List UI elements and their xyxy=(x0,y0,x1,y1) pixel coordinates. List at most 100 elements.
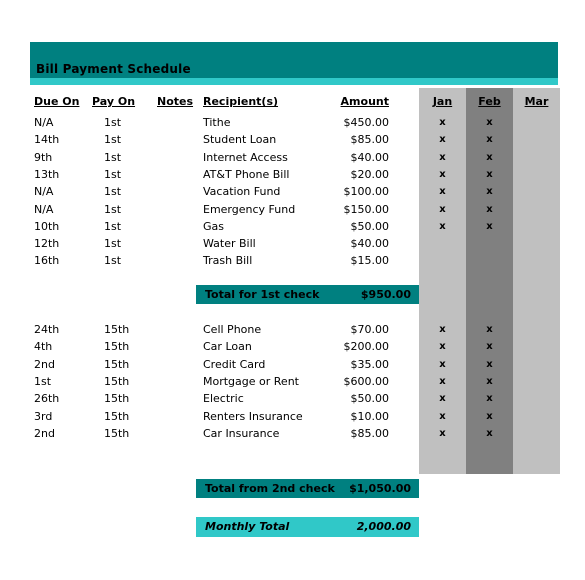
bill-paid-jan-cell[interactable]: x xyxy=(419,166,466,183)
bill-paid-jan-cell[interactable]: x xyxy=(419,425,466,442)
bill-due-on-cell[interactable]: N/A xyxy=(34,114,53,131)
bill-paid-jan-cell[interactable]: x xyxy=(419,114,466,131)
table-row[interactable]: 26th 15th Electric $50.00 x x xyxy=(0,390,585,407)
bill-paid-feb-cell[interactable]: x xyxy=(466,321,513,338)
bill-amount-cell[interactable]: $450.00 xyxy=(325,114,390,131)
bill-paid-feb-cell[interactable]: x xyxy=(466,218,513,235)
bill-amount-cell[interactable]: $50.00 xyxy=(325,218,390,235)
bill-paid-feb-cell[interactable]: x xyxy=(466,356,513,373)
bill-pay-on-cell[interactable]: 1st xyxy=(104,201,134,218)
bill-amount-cell[interactable]: $40.00 xyxy=(325,149,390,166)
bill-recipient-cell[interactable]: Gas xyxy=(203,218,224,235)
bill-due-on-cell[interactable]: N/A xyxy=(34,183,53,200)
bill-paid-jan-cell[interactable]: x xyxy=(419,356,466,373)
bill-paid-jan-cell[interactable]: x xyxy=(419,149,466,166)
bill-due-on-cell[interactable]: 24th xyxy=(34,321,59,338)
bill-amount-cell[interactable]: $15.00 xyxy=(325,252,390,269)
bill-paid-feb-cell[interactable]: x xyxy=(466,149,513,166)
bill-pay-on-cell[interactable]: 15th xyxy=(104,338,134,355)
bill-paid-jan-cell[interactable]: x xyxy=(419,338,466,355)
bill-recipient-cell[interactable]: AT&T Phone Bill xyxy=(203,166,289,183)
bill-paid-feb-cell[interactable]: x xyxy=(466,390,513,407)
bill-pay-on-cell[interactable]: 1st xyxy=(104,114,134,131)
bill-recipient-cell[interactable]: Electric xyxy=(203,390,244,407)
bill-amount-cell[interactable]: $20.00 xyxy=(325,166,390,183)
table-row[interactable]: N/A 1st Vacation Fund $100.00 x x xyxy=(0,183,585,200)
bill-amount-cell[interactable]: $85.00 xyxy=(325,131,390,148)
bill-pay-on-cell[interactable]: 15th xyxy=(104,321,134,338)
bill-paid-jan-cell[interactable]: x xyxy=(419,183,466,200)
table-row[interactable]: 14th 1st Student Loan $85.00 x x xyxy=(0,131,585,148)
bill-recipient-cell[interactable]: Student Loan xyxy=(203,131,276,148)
bill-pay-on-cell[interactable]: 1st xyxy=(104,218,134,235)
bill-recipient-cell[interactable]: Trash Bill xyxy=(203,252,252,269)
table-row[interactable]: 10th 1st Gas $50.00 x x xyxy=(0,218,585,235)
table-row[interactable]: N/A 1st Tithe $450.00 x x xyxy=(0,114,585,131)
bill-amount-cell[interactable]: $50.00 xyxy=(325,390,390,407)
bill-paid-jan-cell[interactable]: x xyxy=(419,201,466,218)
bill-recipient-cell[interactable]: Internet Access xyxy=(203,149,288,166)
bill-due-on-cell[interactable]: 4th xyxy=(34,338,52,355)
bill-paid-jan-cell[interactable]: x xyxy=(419,218,466,235)
bill-pay-on-cell[interactable]: 15th xyxy=(104,390,134,407)
bill-amount-cell[interactable]: $100.00 xyxy=(325,183,390,200)
bill-amount-cell[interactable]: $40.00 xyxy=(325,235,390,252)
bill-due-on-cell[interactable]: N/A xyxy=(34,201,53,218)
bill-pay-on-cell[interactable]: 1st xyxy=(104,131,134,148)
table-row[interactable]: 13th 1st AT&T Phone Bill $20.00 x x xyxy=(0,166,585,183)
table-row[interactable]: 2nd 15th Car Insurance $85.00 x x xyxy=(0,425,585,442)
bill-due-on-cell[interactable]: 16th xyxy=(34,252,59,269)
bill-paid-jan-cell[interactable]: x xyxy=(419,321,466,338)
bill-amount-cell[interactable]: $85.00 xyxy=(325,425,390,442)
bill-due-on-cell[interactable]: 9th xyxy=(34,149,52,166)
bill-due-on-cell[interactable]: 13th xyxy=(34,166,59,183)
bill-paid-feb-cell[interactable]: x xyxy=(466,408,513,425)
bill-amount-cell[interactable]: $600.00 xyxy=(325,373,390,390)
table-row[interactable]: 2nd 15th Credit Card $35.00 x x xyxy=(0,356,585,373)
table-row[interactable]: 16th 1st Trash Bill $15.00 xyxy=(0,252,585,269)
bill-paid-jan-cell[interactable]: x xyxy=(419,408,466,425)
bill-pay-on-cell[interactable]: 15th xyxy=(104,356,134,373)
bill-recipient-cell[interactable]: Vacation Fund xyxy=(203,183,280,200)
bill-pay-on-cell[interactable]: 15th xyxy=(104,408,134,425)
bill-pay-on-cell[interactable]: 15th xyxy=(104,425,134,442)
bill-recipient-cell[interactable]: Renters Insurance xyxy=(203,408,303,425)
bill-recipient-cell[interactable]: Water Bill xyxy=(203,235,256,252)
bill-paid-feb-cell[interactable]: x xyxy=(466,425,513,442)
bill-due-on-cell[interactable]: 3rd xyxy=(34,408,52,425)
bill-paid-feb-cell[interactable]: x xyxy=(466,338,513,355)
bill-amount-cell[interactable]: $35.00 xyxy=(325,356,390,373)
bill-due-on-cell[interactable]: 26th xyxy=(34,390,59,407)
bill-paid-feb-cell[interactable]: x xyxy=(466,166,513,183)
bill-recipient-cell[interactable]: Mortgage or Rent xyxy=(203,373,299,390)
bill-pay-on-cell[interactable]: 1st xyxy=(104,149,134,166)
bill-due-on-cell[interactable]: 2nd xyxy=(34,356,55,373)
bill-due-on-cell[interactable]: 1st xyxy=(34,373,51,390)
bill-paid-feb-cell[interactable]: x xyxy=(466,373,513,390)
bill-recipient-cell[interactable]: Emergency Fund xyxy=(203,201,295,218)
bill-recipient-cell[interactable]: Credit Card xyxy=(203,356,265,373)
bill-due-on-cell[interactable]: 2nd xyxy=(34,425,55,442)
bill-paid-feb-cell[interactable]: x xyxy=(466,131,513,148)
bill-due-on-cell[interactable]: 12th xyxy=(34,235,59,252)
bill-paid-feb-cell[interactable]: x xyxy=(466,114,513,131)
bill-recipient-cell[interactable]: Cell Phone xyxy=(203,321,261,338)
bill-due-on-cell[interactable]: 14th xyxy=(34,131,59,148)
bill-paid-feb-cell[interactable]: x xyxy=(466,201,513,218)
table-row[interactable]: 9th 1st Internet Access $40.00 x x xyxy=(0,149,585,166)
bill-amount-cell[interactable]: $70.00 xyxy=(325,321,390,338)
table-row[interactable]: 4th 15th Car Loan $200.00 x x xyxy=(0,338,585,355)
table-row[interactable]: 24th 15th Cell Phone $70.00 x x xyxy=(0,321,585,338)
bill-paid-jan-cell[interactable]: x xyxy=(419,131,466,148)
bill-recipient-cell[interactable]: Car Loan xyxy=(203,338,252,355)
bill-recipient-cell[interactable]: Tithe xyxy=(203,114,231,131)
bill-paid-jan-cell[interactable]: x xyxy=(419,373,466,390)
bill-amount-cell[interactable]: $10.00 xyxy=(325,408,390,425)
bill-amount-cell[interactable]: $200.00 xyxy=(325,338,390,355)
table-row[interactable]: 3rd 15th Renters Insurance $10.00 x x xyxy=(0,408,585,425)
bill-due-on-cell[interactable]: 10th xyxy=(34,218,59,235)
bill-pay-on-cell[interactable]: 1st xyxy=(104,252,134,269)
table-row[interactable]: N/A 1st Emergency Fund $150.00 x x xyxy=(0,201,585,218)
table-row[interactable]: 1st 15th Mortgage or Rent $600.00 x x xyxy=(0,373,585,390)
bill-pay-on-cell[interactable]: 1st xyxy=(104,166,134,183)
